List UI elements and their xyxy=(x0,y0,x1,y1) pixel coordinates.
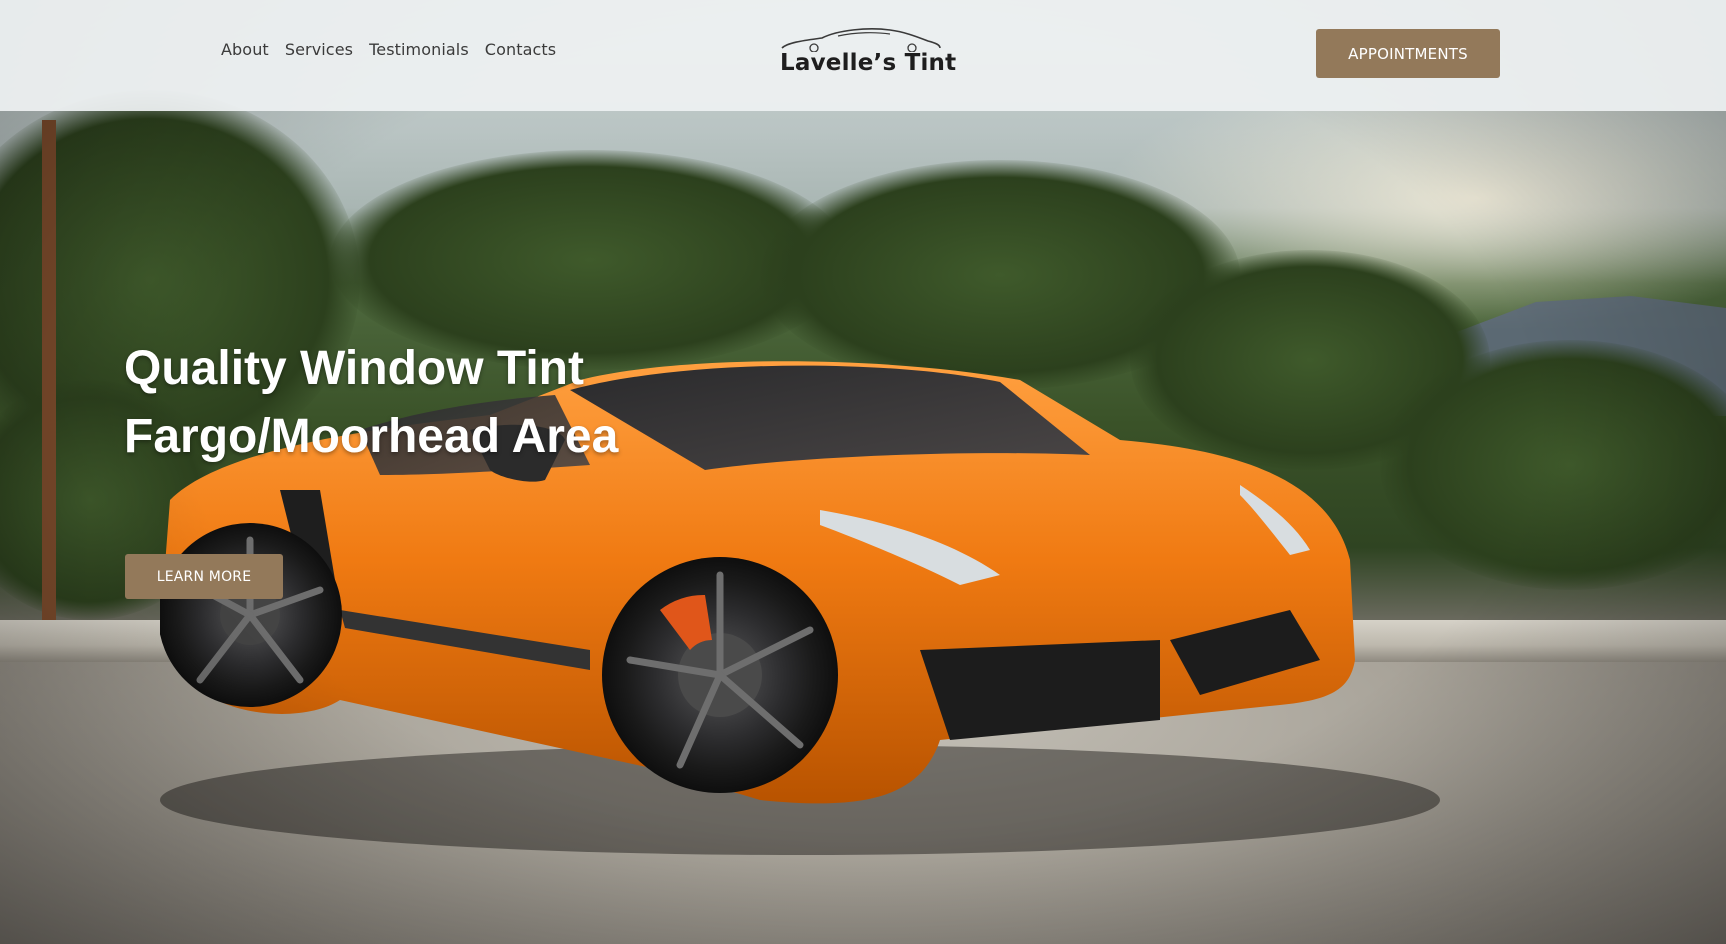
hero-title-line-1: Quality Window Tint xyxy=(124,342,584,395)
hero-title-line-2: Fargo/Moorhead Area xyxy=(124,410,619,463)
nav-link-contacts[interactable]: Contacts xyxy=(485,40,556,59)
logo-text: Lavelle’s Tint xyxy=(780,50,957,76)
appointments-button[interactable]: APPOINTMENTS xyxy=(1316,29,1500,78)
page: About Services Testimonials Contacts Lav… xyxy=(0,0,1726,944)
hero-title: Quality Window Tint Fargo/Moorhead Area xyxy=(124,335,618,471)
car-silhouette-icon xyxy=(781,28,941,52)
nav-link-services[interactable]: Services xyxy=(285,40,353,59)
site-logo[interactable]: Lavelle’s Tint xyxy=(772,26,956,86)
nav-link-testimonials[interactable]: Testimonials xyxy=(369,40,469,59)
main-nav: About Services Testimonials Contacts xyxy=(221,40,556,59)
nav-link-about[interactable]: About xyxy=(221,40,269,59)
tree-trunk xyxy=(42,120,56,620)
learn-more-button[interactable]: LEARN MORE xyxy=(125,554,283,599)
site-header: About Services Testimonials Contacts Lav… xyxy=(0,0,1726,111)
